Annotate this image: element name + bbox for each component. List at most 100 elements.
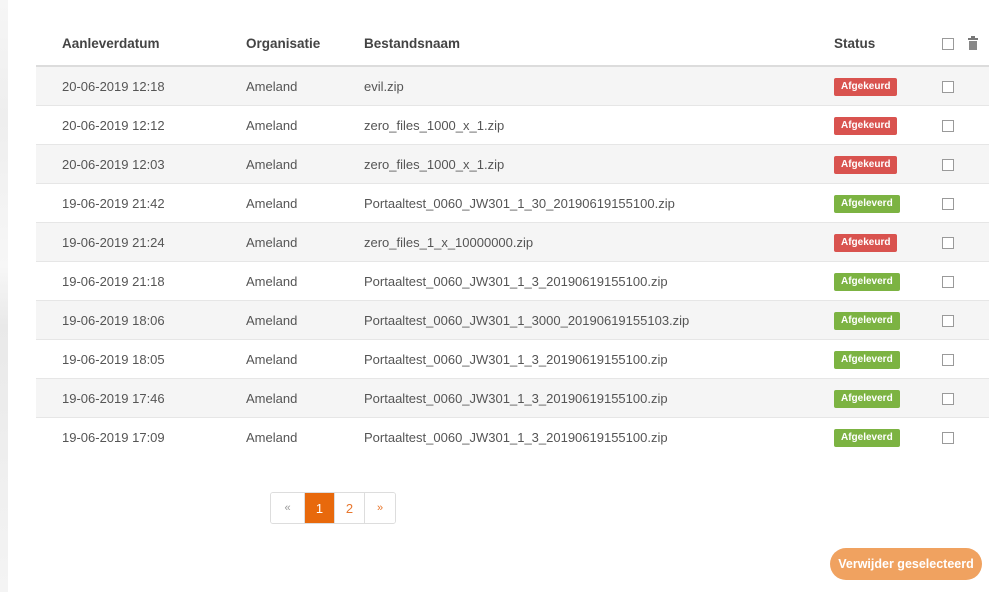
status-badge: Afgekeurd — [834, 155, 898, 174]
cell-status: Afgekeurd — [834, 222, 942, 262]
cell-filename: Portaaltest_0060_JW301_1_3000_2019061915… — [364, 300, 834, 340]
cell-organization: Ameland — [246, 300, 364, 340]
row-checkbox[interactable] — [942, 198, 954, 211]
status-badge: Afgekeurd — [834, 116, 898, 135]
cell-date: 19-06-2019 21:24 — [36, 222, 246, 262]
pagination-page-2[interactable]: 2 — [335, 493, 365, 523]
cell-organization: Ameland — [246, 339, 364, 379]
table-row: 20-06-2019 12:12 Ameland zero_files_1000_x… — [36, 105, 989, 145]
cell-organization: Ameland — [246, 378, 364, 418]
cell-select — [942, 417, 989, 456]
header-organization: Organisatie — [246, 22, 364, 67]
table-body: 20-06-2019 12:18 Ameland evil.zip Afgekeurd… — [36, 65, 989, 456]
cell-date: 20-06-2019 12:03 — [36, 144, 246, 184]
page: Aanleverdatum Organisatie Bestandsnaam S… — [0, 0, 989, 592]
table-row: 19-06-2019 18:06 Ameland Portaaltest_0060_… — [36, 300, 989, 340]
table-row: 19-06-2019 21:42 Ameland Portaaltest_0060_… — [36, 183, 989, 223]
cell-date: 19-06-2019 17:09 — [36, 417, 246, 456]
cell-status: Afgeleverd — [834, 300, 942, 340]
submissions-table: Aanleverdatum Organisatie Bestandsnaam S… — [36, 22, 989, 456]
status-badge: Afgekeurd — [834, 77, 898, 96]
cell-filename: zero_files_1000_x_1.zip — [364, 144, 834, 184]
pagination: « 1 2 » — [270, 492, 396, 524]
table-row: 20-06-2019 12:18 Ameland evil.zip Afgekeurd — [36, 65, 989, 106]
cell-organization: Ameland — [246, 417, 364, 456]
cell-status: Afgeleverd — [834, 261, 942, 301]
row-checkbox[interactable] — [942, 315, 954, 328]
table-row: 19-06-2019 21:24 Ameland zero_files_1_x_10… — [36, 222, 989, 262]
row-checkbox[interactable] — [942, 237, 954, 250]
pagination-next-button[interactable]: » — [365, 493, 395, 523]
cell-select — [942, 378, 989, 418]
cell-filename: zero_files_1000_x_1.zip — [364, 105, 834, 145]
cell-date: 19-06-2019 17:46 — [36, 378, 246, 418]
cell-date: 19-06-2019 18:05 — [36, 339, 246, 379]
status-badge: Afgeleverd — [834, 194, 900, 213]
status-badge: Afgekeurd — [834, 233, 898, 252]
table-header: Aanleverdatum Organisatie Bestandsnaam S… — [36, 22, 989, 67]
trash-lid — [967, 38, 978, 41]
cell-select — [942, 65, 989, 106]
select-all-checkbox[interactable] — [942, 38, 954, 51]
cell-select — [942, 144, 989, 184]
cell-status: Afgekeurd — [834, 144, 942, 184]
header-date: Aanleverdatum — [36, 22, 246, 67]
cell-organization: Ameland — [246, 65, 364, 106]
row-checkbox[interactable] — [942, 159, 954, 172]
header-row: Aanleverdatum Organisatie Bestandsnaam S… — [36, 22, 989, 67]
cell-date: 19-06-2019 21:18 — [36, 261, 246, 301]
cell-organization: Ameland — [246, 261, 364, 301]
cell-filename: Portaaltest_0060_JW301_1_3_2019061915510… — [364, 261, 834, 301]
table-row: 20-06-2019 12:03 Ameland zero_files_1000_x… — [36, 144, 989, 184]
table-row: 19-06-2019 17:09 Ameland Portaaltest_0060_… — [36, 417, 989, 456]
cell-select — [942, 300, 989, 340]
status-badge: Afgeleverd — [834, 389, 900, 408]
header-filename: Bestandsnaam — [364, 22, 834, 67]
cell-organization: Ameland — [246, 144, 364, 184]
cell-filename: Portaaltest_0060_JW301_1_30_201906191551… — [364, 183, 834, 223]
header-status: Status — [834, 22, 942, 67]
cell-select — [942, 339, 989, 379]
header-tools — [942, 22, 989, 67]
cell-filename: Portaaltest_0060_JW301_1_3_2019061915510… — [364, 417, 834, 456]
pagination-page-1[interactable]: 1 — [305, 493, 335, 523]
cell-status: Afgekeurd — [834, 65, 942, 106]
trash-icon[interactable] — [967, 36, 978, 51]
row-checkbox[interactable] — [942, 81, 954, 94]
cell-filename: Portaaltest_0060_JW301_1_3_2019061915510… — [364, 339, 834, 379]
row-checkbox[interactable] — [942, 393, 954, 406]
cell-organization: Ameland — [246, 105, 364, 145]
table-row: 19-06-2019 21:18 Ameland Portaaltest_0060_… — [36, 261, 989, 301]
cell-status: Afgeleverd — [834, 417, 942, 456]
row-checkbox[interactable] — [942, 276, 954, 289]
left-edge-panel — [0, 0, 8, 592]
cell-date: 19-06-2019 18:06 — [36, 300, 246, 340]
status-badge: Afgeleverd — [834, 428, 900, 447]
cell-filename: zero_files_1_x_10000000.zip — [364, 222, 834, 262]
cell-status: Afgekeurd — [834, 105, 942, 145]
cell-status: Afgeleverd — [834, 378, 942, 418]
pagination-prev-button[interactable]: « — [271, 493, 305, 523]
row-checkbox[interactable] — [942, 120, 954, 133]
submissions-table-container: Aanleverdatum Organisatie Bestandsnaam S… — [36, 22, 989, 456]
cell-date: 20-06-2019 12:12 — [36, 105, 246, 145]
delete-selected-button[interactable]: Verwijder geselecteerd — [830, 548, 982, 580]
cell-filename: Portaaltest_0060_JW301_1_3_2019061915510… — [364, 378, 834, 418]
row-checkbox[interactable] — [942, 354, 954, 367]
cell-date: 20-06-2019 12:18 — [36, 65, 246, 106]
cell-select — [942, 105, 989, 145]
cell-organization: Ameland — [246, 183, 364, 223]
cell-select — [942, 183, 989, 223]
cell-date: 19-06-2019 21:42 — [36, 183, 246, 223]
table-row: 19-06-2019 17:46 Ameland Portaaltest_0060_… — [36, 378, 989, 418]
cell-status: Afgeleverd — [834, 339, 942, 379]
cell-status: Afgeleverd — [834, 183, 942, 223]
cell-select — [942, 261, 989, 301]
status-badge: Afgeleverd — [834, 350, 900, 369]
status-badge: Afgeleverd — [834, 311, 900, 330]
cell-select — [942, 222, 989, 262]
cell-organization: Ameland — [246, 222, 364, 262]
status-badge: Afgeleverd — [834, 272, 900, 291]
row-checkbox[interactable] — [942, 432, 954, 445]
cell-filename: evil.zip — [364, 65, 834, 106]
